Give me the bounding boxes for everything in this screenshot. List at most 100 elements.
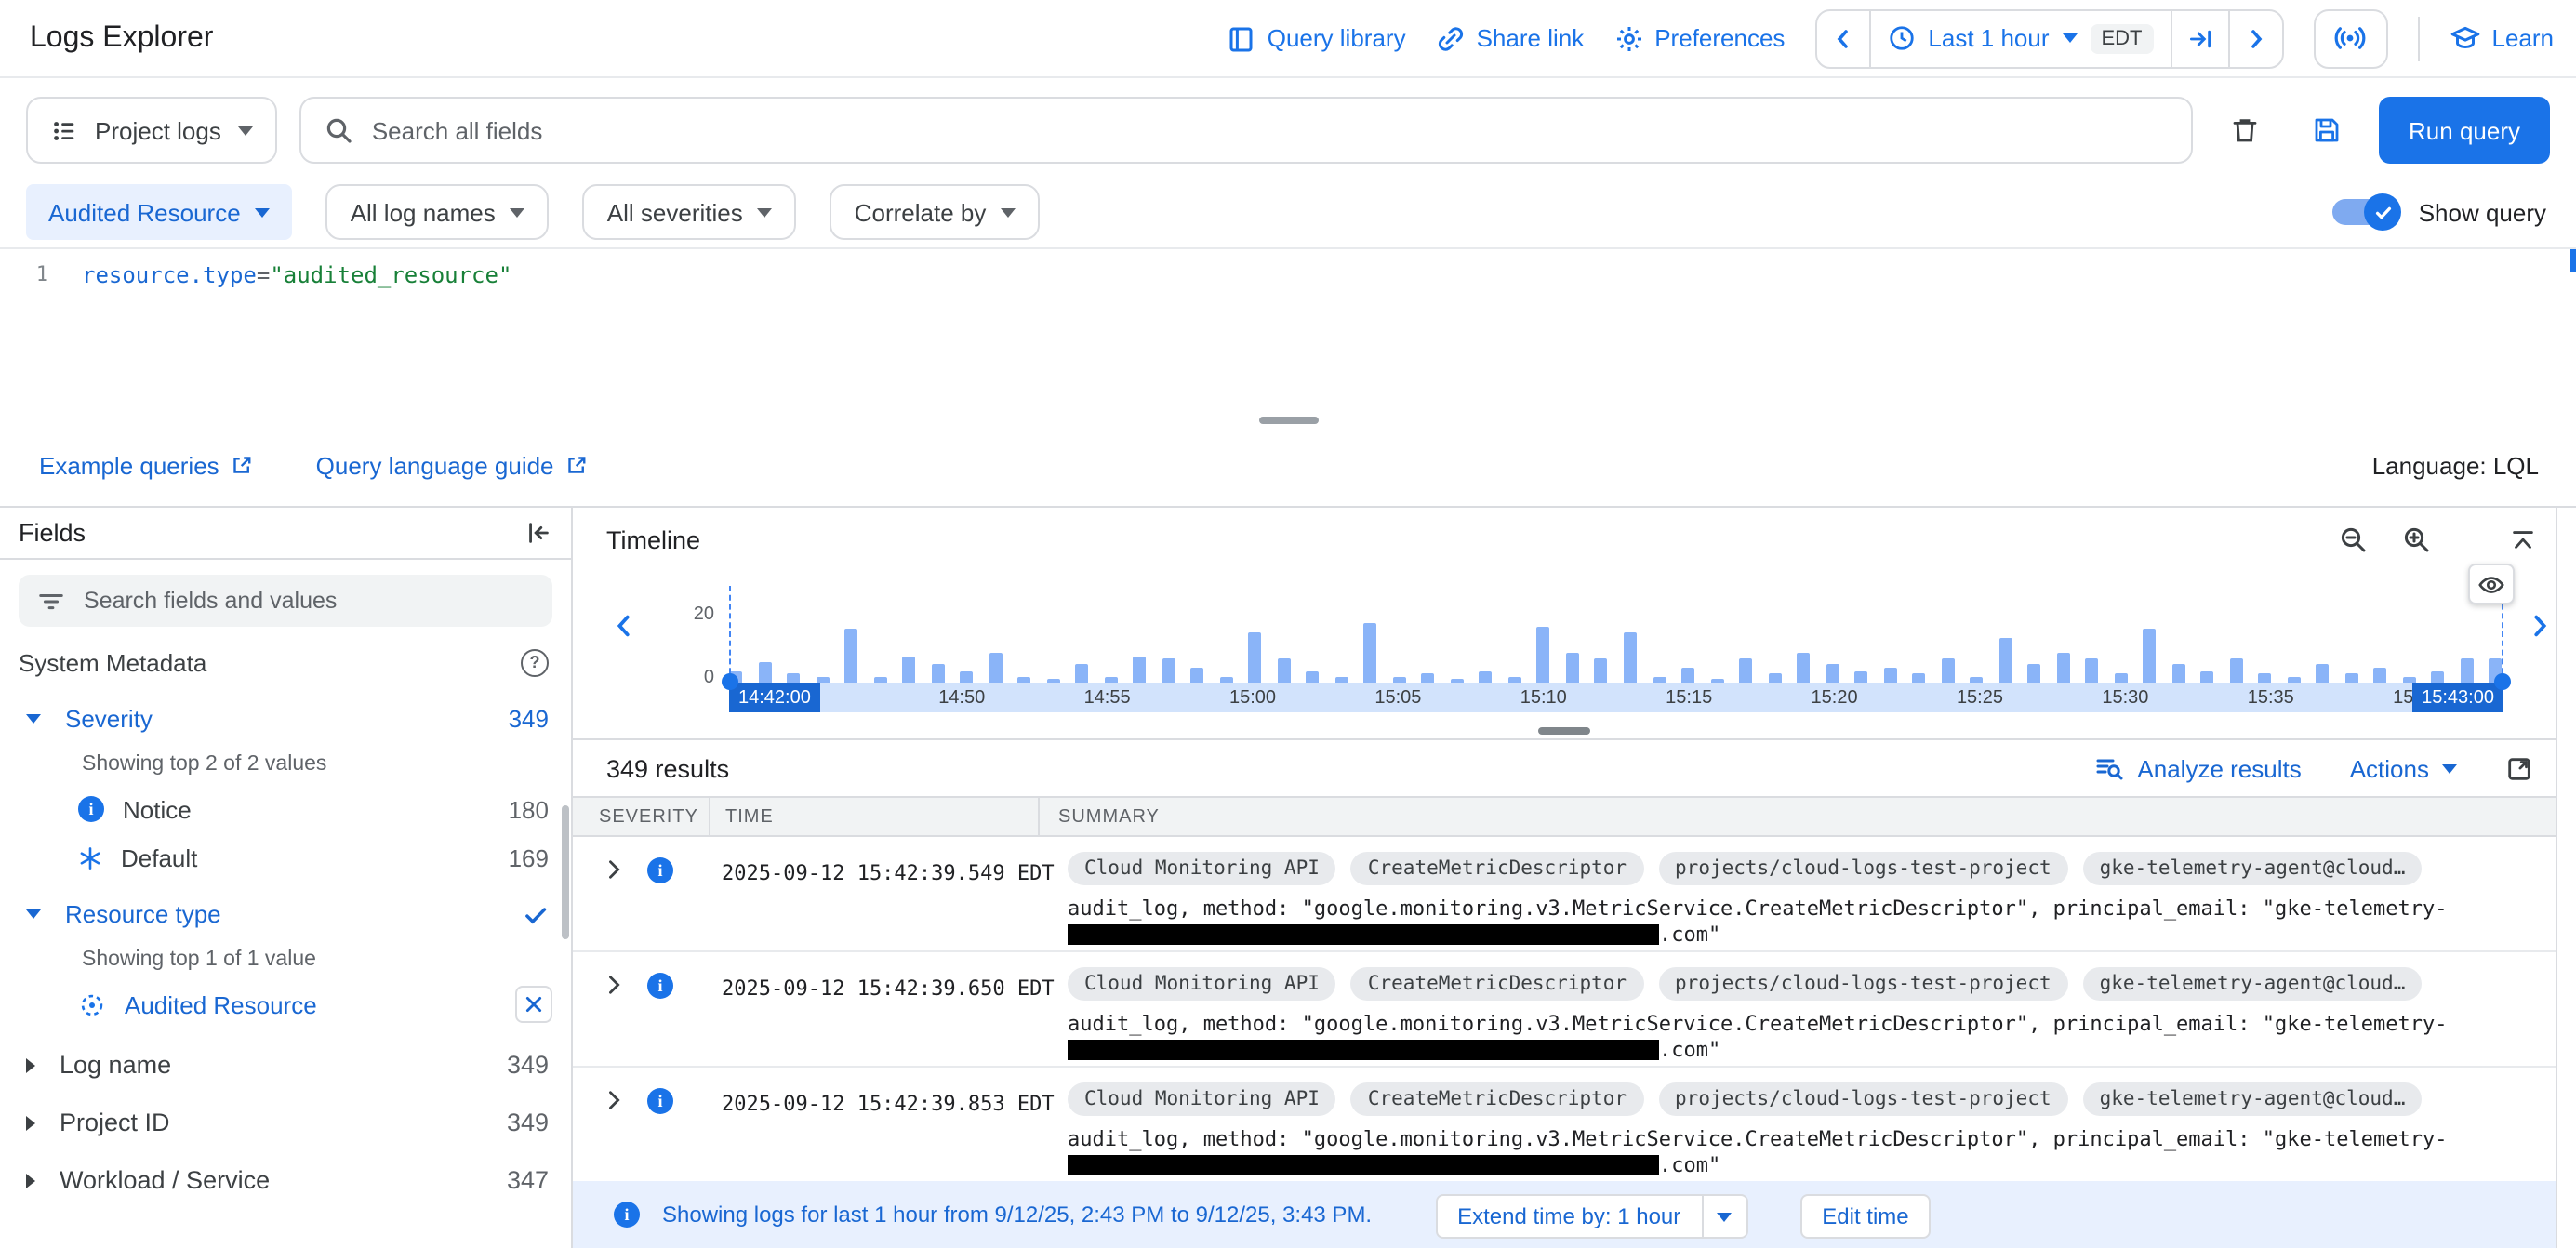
editor-scrollbar[interactable] bbox=[2570, 249, 2576, 272]
time-forward-button[interactable] bbox=[2228, 10, 2282, 66]
severity-value-default[interactable]: Default 169 bbox=[0, 833, 571, 882]
summary-chip[interactable]: gke-telemetry-agent@cloud… bbox=[2083, 967, 2423, 1001]
show-query-toggle[interactable] bbox=[2333, 199, 2397, 225]
timeline-bar bbox=[1191, 668, 1204, 683]
expand-row-icon[interactable] bbox=[604, 975, 625, 995]
summary-chip[interactable]: CreateMetricDescriptor bbox=[1351, 1082, 1643, 1116]
jump-to-now-button[interactable] bbox=[2171, 10, 2228, 66]
zoom-in-icon[interactable] bbox=[2401, 524, 2431, 554]
timeline-pan-left[interactable] bbox=[610, 612, 638, 640]
audited-resource-icon bbox=[78, 990, 106, 1018]
selection-start-handle[interactable] bbox=[722, 673, 738, 690]
time-range-selector[interactable]: Last 1 hour EDT bbox=[1868, 10, 2170, 66]
save-query-button[interactable] bbox=[2297, 99, 2357, 162]
timeline-resize-handle[interactable] bbox=[1538, 726, 1590, 734]
timezone-badge[interactable]: EDT bbox=[2091, 23, 2154, 53]
timeline-axis-strip[interactable]: 14:42:00 15:43:00 14:5014:5515:0015:0515… bbox=[729, 683, 2503, 712]
line-number: 1 bbox=[36, 262, 48, 286]
x-axis-tick-label: 14:55 bbox=[1084, 683, 1131, 712]
field-resource-type-header[interactable]: Resource type bbox=[0, 889, 571, 939]
expand-row-icon[interactable] bbox=[604, 859, 625, 880]
timeline-bar bbox=[1278, 658, 1291, 683]
timeline-bar bbox=[1364, 623, 1377, 683]
resource-type-check-icon bbox=[523, 901, 549, 927]
remove-filter-button[interactable] bbox=[515, 986, 552, 1023]
log-row[interactable]: i 2025-09-12 15:42:39.853 EDT Cloud Moni… bbox=[573, 1068, 2556, 1183]
timeline-bar bbox=[902, 657, 915, 683]
field-workload-service[interactable]: Workload / Service 347 bbox=[0, 1151, 571, 1209]
log-row[interactable]: i 2025-09-12 15:42:39.549 EDT Cloud Moni… bbox=[573, 837, 2556, 952]
extend-time-button[interactable]: Extend time by: 1 hour bbox=[1435, 1194, 1747, 1239]
log-timestamp: 2025-09-12 15:42:39.650 EDT bbox=[722, 976, 1055, 1001]
correlate-by-filter[interactable]: Correlate by bbox=[830, 184, 1041, 240]
stream-logs-button[interactable] bbox=[2314, 8, 2388, 68]
time-back-button[interactable] bbox=[1816, 10, 1868, 66]
actions-dropdown[interactable]: Actions bbox=[2350, 754, 2457, 782]
timeline-bar bbox=[1162, 658, 1175, 683]
timeline-toolbar bbox=[2338, 524, 2537, 554]
open-in-full-icon[interactable] bbox=[2505, 754, 2533, 782]
severity-value-notice[interactable]: i Notice 180 bbox=[0, 785, 571, 833]
x-axis-tick-label: 15:25 bbox=[1957, 683, 2003, 712]
summary-chip[interactable]: CreateMetricDescriptor bbox=[1351, 852, 1643, 885]
field-project-id[interactable]: Project ID 349 bbox=[0, 1094, 571, 1151]
right-scroll-rail[interactable] bbox=[2556, 508, 2576, 1248]
summary-chip[interactable]: projects/cloud-logs-test-project bbox=[1658, 1082, 2068, 1116]
results-actions: Analyze results Actions bbox=[2094, 753, 2533, 783]
analyze-results-button[interactable]: Analyze results bbox=[2094, 753, 2301, 783]
resource-filter-chip[interactable]: Audited Resource bbox=[26, 184, 293, 240]
timeline-plot[interactable] bbox=[729, 582, 2503, 683]
editor-resize-handle[interactable] bbox=[1258, 417, 1318, 424]
zoom-out-icon[interactable] bbox=[2338, 524, 2368, 554]
resource-type-value-audited[interactable]: Audited Resource bbox=[0, 980, 571, 1029]
summary-chip[interactable]: Cloud Monitoring API bbox=[1068, 967, 1336, 1001]
summary-detail-continued: .com" bbox=[1068, 1038, 1720, 1062]
collapse-panel-icon[interactable] bbox=[524, 519, 552, 547]
log-table: SEVERITY TIME SUMMARY i 2025-09-12 15:42… bbox=[573, 796, 2556, 1183]
fields-scrollbar[interactable] bbox=[562, 805, 569, 939]
example-queries-link[interactable]: Example queries bbox=[39, 451, 253, 479]
log-timestamp: 2025-09-12 15:42:39.853 EDT bbox=[722, 1092, 1055, 1116]
expand-row-icon[interactable] bbox=[604, 1090, 625, 1110]
timeline-bar bbox=[1595, 658, 1608, 683]
edit-time-button[interactable]: Edit time bbox=[1799, 1194, 1931, 1239]
query-editor[interactable]: 1 resource.type="audited_resource" bbox=[0, 247, 2576, 420]
field-log-name[interactable]: Log name 349 bbox=[0, 1036, 571, 1094]
collapse-timeline-icon[interactable] bbox=[2509, 525, 2537, 553]
field-severity-header[interactable]: Severity 349 bbox=[0, 694, 571, 744]
timeline-bar bbox=[2317, 664, 2330, 683]
info-severity-icon: i bbox=[78, 796, 104, 822]
summary-chip[interactable]: CreateMetricDescriptor bbox=[1351, 967, 1643, 1001]
summary-chip[interactable]: Cloud Monitoring API bbox=[1068, 1082, 1336, 1116]
preview-toggle-button[interactable] bbox=[2468, 564, 2515, 604]
search-input[interactable] bbox=[372, 116, 2169, 144]
timeline-bar bbox=[2027, 664, 2040, 683]
share-link-button[interactable]: Share link bbox=[1436, 23, 1585, 53]
log-scope-selector[interactable]: Project logs bbox=[26, 97, 277, 164]
run-query-button[interactable]: Run query bbox=[2379, 97, 2550, 164]
query-library-button[interactable]: Query library bbox=[1227, 23, 1406, 53]
timeline-pan-right[interactable] bbox=[2526, 612, 2554, 640]
severities-filter[interactable]: All severities bbox=[583, 184, 797, 240]
summary-chip[interactable]: gke-telemetry-agent@cloud… bbox=[2083, 852, 2423, 885]
preferences-button[interactable]: Preferences bbox=[1613, 23, 1785, 53]
fields-search-input[interactable] bbox=[84, 588, 534, 614]
timeline-bar bbox=[1566, 653, 1579, 683]
help-icon[interactable]: ? bbox=[521, 648, 549, 676]
search-icon bbox=[324, 115, 353, 145]
selection-end-handle[interactable] bbox=[2494, 673, 2511, 690]
summary-chip[interactable]: projects/cloud-logs-test-project bbox=[1658, 967, 2068, 1001]
arrow-drop-down-icon bbox=[26, 909, 41, 919]
log-names-filter[interactable]: All log names bbox=[326, 184, 550, 240]
severity-info-icon: i bbox=[647, 973, 673, 999]
timeline-bar bbox=[960, 671, 973, 683]
summary-chip[interactable]: Cloud Monitoring API bbox=[1068, 852, 1336, 885]
table-header-row: SEVERITY TIME SUMMARY bbox=[573, 796, 2556, 837]
learn-button[interactable]: Learn bbox=[2450, 22, 2555, 54]
query-language-guide-link[interactable]: Query language guide bbox=[316, 451, 588, 479]
extend-time-dropdown[interactable] bbox=[1701, 1196, 1746, 1237]
summary-chip[interactable]: gke-telemetry-agent@cloud… bbox=[2083, 1082, 2423, 1116]
log-row[interactable]: i 2025-09-12 15:42:39.650 EDT Cloud Moni… bbox=[573, 952, 2556, 1068]
clear-query-button[interactable] bbox=[2215, 99, 2275, 162]
summary-chip[interactable]: projects/cloud-logs-test-project bbox=[1658, 852, 2068, 885]
